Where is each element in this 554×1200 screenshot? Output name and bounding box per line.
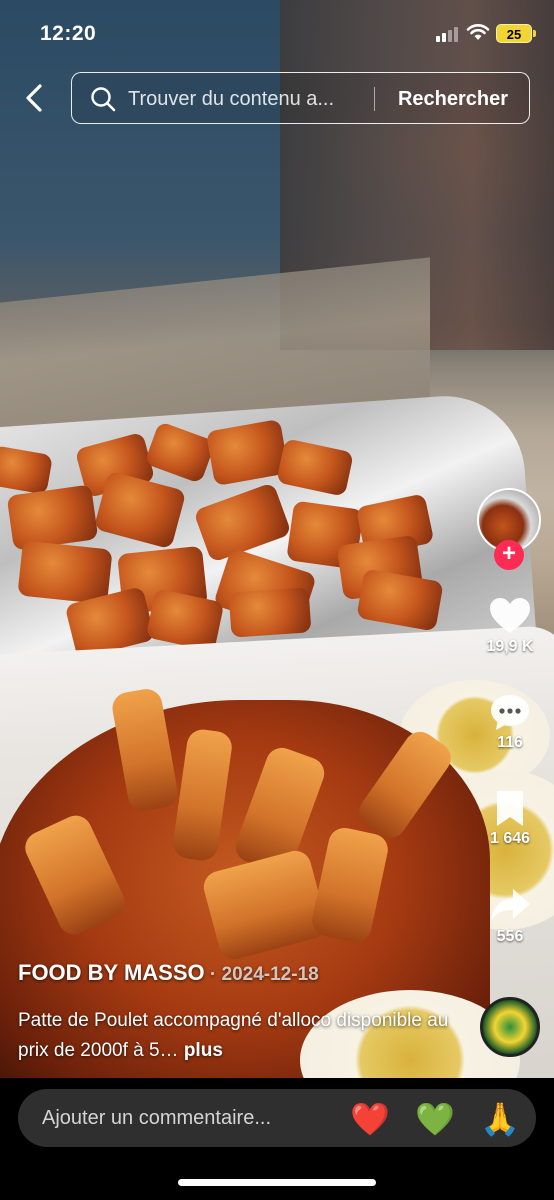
search-input[interactable]: [128, 85, 378, 113]
like-button[interactable]: 19,9 K: [474, 596, 546, 656]
bottom-bar: ❤️ 💚 🙏: [0, 1078, 554, 1200]
comment-input[interactable]: [42, 1104, 332, 1132]
search-button[interactable]: Rechercher: [388, 83, 518, 115]
alloco-piece: [228, 587, 312, 638]
post-date: 2024-12-18: [221, 964, 319, 985]
chat-bubble-icon: [491, 695, 529, 730]
share-count: 556: [496, 928, 524, 945]
back-button[interactable]: [14, 78, 54, 118]
bookmark-button[interactable]: 1 646: [474, 788, 546, 848]
follow-button[interactable]: +: [494, 540, 524, 570]
red-heart-emoji-button[interactable]: ❤️: [350, 1099, 390, 1139]
description-text: Patte de Poulet accompagné d'alloco disp…: [18, 1010, 449, 1061]
share-arrow-icon: [491, 889, 530, 921]
author-name[interactable]: FOOD BY MASSO: [18, 960, 205, 985]
like-count: 19,9 K: [486, 638, 534, 655]
home-indicator[interactable]: [178, 1179, 376, 1186]
video-frame[interactable]: [0, 0, 554, 1078]
chevron-left-icon: [26, 84, 42, 112]
search-icon: [91, 87, 116, 112]
search-divider: [374, 87, 375, 111]
date-separator: ·: [204, 964, 222, 985]
search-bar[interactable]: Rechercher: [71, 72, 530, 124]
comment-button[interactable]: 116: [474, 692, 546, 752]
comment-count: 116: [497, 734, 523, 751]
clock: 12:20: [40, 22, 97, 45]
bookmark-count: 1 646: [489, 830, 531, 847]
comment-bar[interactable]: ❤️ 💚 🙏: [18, 1089, 536, 1147]
status-bar: 12:20 25: [0, 0, 554, 64]
cellular-signal-icon: [436, 26, 462, 42]
bookmark-icon: [497, 791, 523, 826]
praying-hands-emoji-button[interactable]: 🙏: [480, 1099, 520, 1139]
share-button[interactable]: 556: [474, 886, 546, 946]
wifi-icon: [466, 24, 490, 40]
sound-disc[interactable]: [480, 997, 540, 1057]
alloco-piece: [6, 484, 99, 551]
battery-indicator: 25: [496, 24, 536, 43]
alloco-piece: [17, 540, 113, 605]
more-link[interactable]: plus: [184, 1040, 223, 1061]
post-caption: FOOD BY MASSO · 2024-12-18 Patte de Poul…: [18, 960, 458, 1066]
heart-icon: [490, 598, 530, 633]
plus-icon: +: [501, 540, 516, 567]
green-heart-emoji-button[interactable]: 💚: [415, 1099, 455, 1139]
post-description[interactable]: Patte de Poulet accompagné d'alloco disp…: [18, 1006, 458, 1066]
